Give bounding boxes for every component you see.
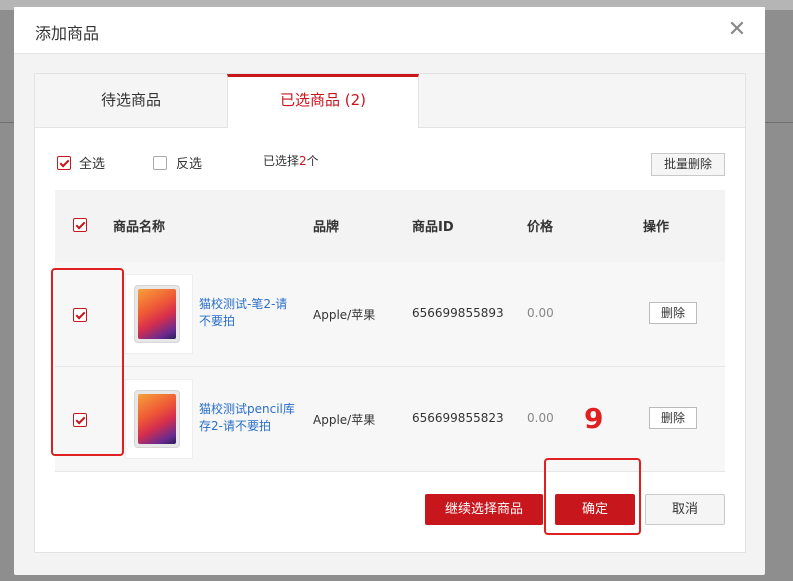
table-row: 猫校测试-笔2-请不要拍 Apple/苹果 656699855893 0.00 … — [55, 262, 725, 367]
tab-candidate-products[interactable]: 待选商品 — [35, 74, 227, 128]
selected-count-text: 已选择2个 — [263, 152, 319, 169]
ipad-image — [134, 390, 180, 448]
tab-bar: 待选商品 已选商品 (2) — [35, 74, 745, 128]
tab-selected-products[interactable]: 已选商品 (2) — [227, 74, 419, 128]
delete-button[interactable]: 删除 — [649, 302, 697, 324]
product-name-link[interactable]: 猫校测试-笔2-请不要拍 — [199, 296, 299, 330]
product-brand: Apple/苹果 — [313, 308, 376, 322]
selected-suffix: 个 — [306, 154, 319, 168]
product-thumbnail — [125, 274, 193, 354]
product-id: 656699855823 — [412, 411, 504, 425]
selected-prefix: 已选择 — [263, 154, 300, 168]
column-price: 价格 — [527, 220, 554, 235]
select-all-label: 全选 — [79, 157, 106, 172]
selected-count: 2 — [299, 154, 307, 168]
annotation-step-number: 9 — [584, 402, 604, 435]
product-brand: Apple/苹果 — [313, 413, 376, 427]
product-price: 0.00 — [527, 411, 554, 425]
add-product-dialog: 添加商品 ✕ 待选商品 已选商品 (2) 全选 反选 已选择2个 批量删除 商品… — [14, 7, 765, 575]
column-product-name: 商品名称 — [113, 220, 166, 235]
annotation-highlight-checkboxes — [51, 268, 124, 456]
table-row: 猫校测试pencil库存2-请不要拍 Apple/苹果 656699855823… — [55, 367, 725, 472]
product-price: 0.00 — [527, 306, 554, 320]
table-header: 商品名称 品牌 商品ID 价格 操作 — [55, 190, 725, 263]
dialog-title: 添加商品 — [35, 24, 100, 43]
continue-selecting-button[interactable]: 继续选择商品 — [425, 494, 543, 525]
column-actions: 操作 — [643, 220, 670, 235]
selected-products-table: 商品名称 品牌 商品ID 价格 操作 猫校测试-笔2-请不要拍 Apple/苹果… — [55, 190, 725, 478]
cancel-button[interactable]: 取消 — [645, 494, 725, 525]
column-brand: 品牌 — [313, 220, 340, 235]
delete-button[interactable]: 删除 — [649, 407, 697, 429]
select-all-checkbox[interactable] — [57, 156, 71, 170]
invert-selection-label: 反选 — [176, 157, 203, 172]
backdrop-divider — [0, 122, 14, 123]
close-icon[interactable]: ✕ — [726, 19, 748, 41]
product-id: 656699855893 — [412, 306, 504, 320]
product-thumbnail — [125, 379, 193, 459]
invert-selection-checkbox[interactable] — [153, 156, 167, 170]
header-checkbox[interactable] — [73, 218, 87, 232]
ipad-image — [134, 285, 180, 343]
batch-delete-button[interactable]: 批量删除 — [651, 153, 725, 176]
product-name-link[interactable]: 猫校测试pencil库存2-请不要拍 — [199, 401, 299, 435]
column-product-id: 商品ID — [412, 220, 454, 235]
dialog-header: 添加商品 ✕ — [14, 7, 765, 54]
annotation-highlight-confirm — [544, 458, 641, 535]
backdrop-divider — [765, 122, 793, 123]
